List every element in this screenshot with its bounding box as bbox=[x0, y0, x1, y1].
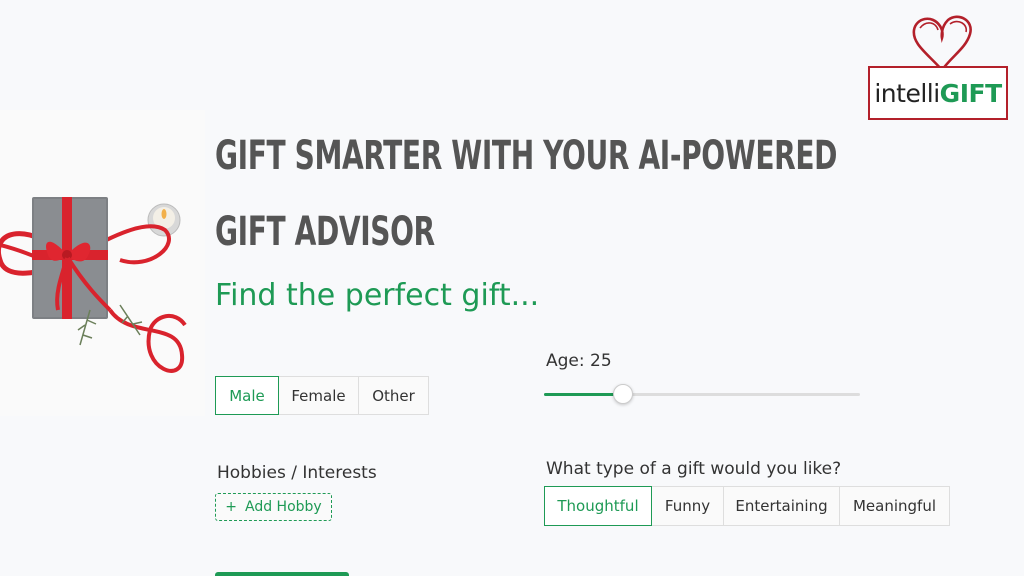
tagline: Find the perfect gift... bbox=[215, 278, 540, 313]
gender-option-female[interactable]: Female bbox=[279, 376, 359, 415]
gift-type-meaningful[interactable]: Meaningful bbox=[840, 486, 950, 526]
add-hobby-label: Add Hobby bbox=[245, 499, 322, 515]
hobbies-label: Hobbies / Interests bbox=[217, 463, 377, 483]
logo-text-bold: GIFT bbox=[939, 78, 1002, 108]
logo-wordmark: intelli GIFT bbox=[868, 66, 1008, 120]
age-label: Age: 25 bbox=[546, 351, 612, 371]
gift-type-entertaining[interactable]: Entertaining bbox=[724, 486, 840, 526]
plus-icon: + bbox=[225, 499, 237, 515]
age-slider-fill bbox=[544, 393, 623, 396]
gender-option-other[interactable]: Other bbox=[359, 376, 429, 415]
gift-illustration bbox=[0, 197, 187, 373]
page-headline: Gift smarter with your AI-powered gift a… bbox=[215, 133, 838, 255]
gift-box-photo bbox=[0, 110, 205, 416]
intelligift-logo[interactable]: intelli GIFT bbox=[868, 14, 1008, 120]
gender-selector: Male Female Other bbox=[215, 376, 429, 415]
add-hobby-button[interactable]: + Add Hobby bbox=[215, 493, 332, 521]
gift-type-thoughtful[interactable]: Thoughtful bbox=[544, 486, 652, 526]
gift-type-funny[interactable]: Funny bbox=[652, 486, 724, 526]
age-slider[interactable] bbox=[544, 384, 862, 404]
gift-type-label: What type of a gift would you like? bbox=[546, 459, 842, 479]
age-slider-handle[interactable] bbox=[613, 384, 633, 404]
gender-option-male[interactable]: Male bbox=[215, 376, 279, 415]
submit-button[interactable] bbox=[215, 572, 349, 576]
gift-type-selector: Thoughtful Funny Entertaining Meaningful bbox=[544, 486, 950, 526]
logo-text-light: intelli bbox=[874, 78, 940, 108]
heart-ribbon-icon bbox=[912, 15, 972, 72]
